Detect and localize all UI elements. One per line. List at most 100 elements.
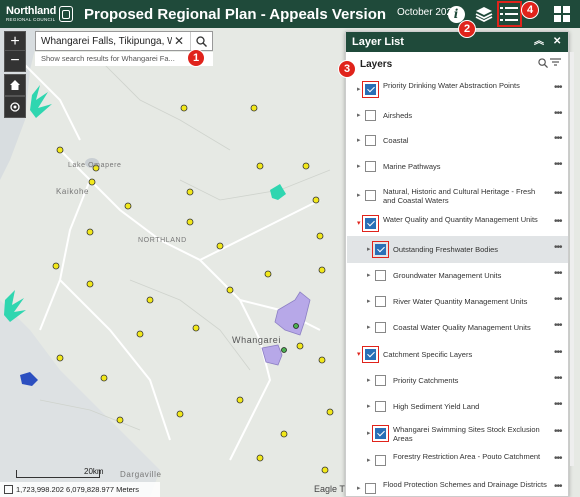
expand-caret-icon[interactable]: ▸ [367,297,371,305]
search-input[interactable] [36,35,172,47]
layer-label: Priority Catchments [393,376,459,385]
callout-highlight [372,425,389,442]
home-icon [10,80,20,90]
expand-caret-icon[interactable]: ▸ [357,111,361,119]
zoom-out-button[interactable]: − [4,50,26,72]
collapse-caret-icon[interactable]: ▾ [357,219,361,227]
layer-row[interactable]: ▸ Groundwater Management Units ••• [347,263,568,289]
close-panel-icon[interactable]: ✕ [553,32,561,52]
layer-options-menu-icon[interactable]: ••• [554,268,562,279]
layer-options-menu-icon[interactable]: ••• [554,133,562,144]
layer-options-menu-icon[interactable]: ••• [554,320,562,331]
callout-badge: 1 [187,49,205,67]
layer-options-menu-icon[interactable]: ••• [554,108,562,119]
layer-label: Airsheds [383,111,413,120]
layer-visibility-checkbox[interactable] [365,135,376,146]
layer-label: High Sediment Yield Land [393,402,480,411]
layer-options-menu-icon[interactable]: ••• [554,216,562,227]
layer-row[interactable]: ▸ Priority Drinking Water Abstraction Poi… [347,76,568,103]
layer-visibility-checkbox[interactable] [375,401,386,412]
panel-scrollbar[interactable] [570,52,574,466]
expand-caret-icon[interactable]: ▸ [367,245,371,253]
layer-label: Forestry Restriction Area - Pouto Catchm… [393,452,541,461]
layer-options-menu-icon[interactable]: ••• [554,82,562,93]
callout-badge: 4 [521,1,539,19]
layer-options-menu-icon[interactable]: ••• [554,188,562,199]
layer-row[interactable]: ▸ Airsheds ••• [347,103,568,128]
search-button[interactable] [190,32,212,50]
layer-row[interactable]: ▸ Flood Protection Schemes and Drainage D… [347,474,568,496]
logo-mark-icon [59,6,74,22]
layer-options-menu-icon[interactable]: ••• [554,399,562,410]
expand-caret-icon[interactable]: ▸ [367,271,371,279]
locate-button[interactable] [4,96,26,118]
home-button[interactable] [4,74,26,96]
layer-visibility-checkbox[interactable] [375,270,386,281]
layer-label: Water Quality and Quantity Management Un… [383,215,538,224]
layer-options-menu-icon[interactable]: ••• [554,347,562,358]
layer-visibility-checkbox[interactable] [375,296,386,307]
layer-row[interactable]: ▸ Natural, Historic and Cultural Heritage… [347,180,568,212]
layer-visibility-checkbox[interactable] [375,375,386,386]
layer-row[interactable]: ▾ Catchment Specific Layers ••• [347,341,568,368]
expand-caret-icon[interactable]: ▸ [367,323,371,331]
layer-options-menu-icon[interactable]: ••• [554,294,562,305]
council-logo: Northland REGIONAL COUNCIL [0,0,76,28]
logo-subtext: REGIONAL COUNCIL [6,16,56,22]
layer-visibility-checkbox[interactable] [375,322,386,333]
expand-caret-icon[interactable]: ▸ [367,456,371,464]
layer-visibility-checkbox[interactable] [365,161,376,172]
collapse-panel-icon[interactable]: ︽ [534,32,544,52]
expand-caret-icon[interactable]: ▸ [357,136,361,144]
layer-options-menu-icon[interactable]: ••• [554,481,562,492]
layer-row[interactable]: ▸ River Water Quantity Management Units ••… [347,289,568,315]
collapse-caret-icon[interactable]: ▾ [357,350,361,358]
grid-menu-button[interactable] [550,2,574,26]
layer-row[interactable]: ▸ Coastal ••• [347,128,568,154]
clear-search-icon[interactable]: ✕ [172,34,186,48]
layer-row[interactable]: ▸ Priority Catchments ••• [347,368,568,394]
layer-label: Natural, Historic and Cultural Heritage … [383,187,536,205]
layer-row[interactable]: ▸ High Sediment Yield Land ••• [347,394,568,420]
layer-row[interactable]: ▸ Marine Pathways ••• [347,154,568,180]
layer-row[interactable]: ▸ Coastal Water Quality Management Units •… [347,315,568,341]
expand-caret-icon[interactable]: ▸ [367,402,371,410]
expand-caret-icon[interactable]: ▸ [367,429,371,437]
app-title: Proposed Regional Plan - Appeals Version [84,5,387,23]
expand-caret-icon[interactable]: ▸ [357,191,361,199]
app-header: Northland REGIONAL COUNCIL Proposed Regi… [0,0,580,28]
layer-options-icon[interactable] [550,57,561,70]
map-label-town: Dargaville [120,470,162,479]
layer-label: Coastal [383,136,409,145]
callout-highlight [362,81,379,98]
layer-options-menu-icon[interactable]: ••• [554,242,562,253]
layer-row[interactable]: ▾ Water Quality and Quantity Management U… [347,212,568,236]
layer-row[interactable]: ▸ Outstanding Freshwater Bodies ••• [347,236,568,263]
layer-options-menu-icon[interactable]: ••• [554,426,562,437]
layer-options-menu-icon[interactable]: ••• [554,373,562,384]
layers-icon [475,7,493,23]
callout-badge: 3 [338,60,356,78]
layer-visibility-checkbox[interactable] [375,455,386,466]
layer-search-icon[interactable] [538,58,548,71]
layer-options-menu-icon[interactable]: ••• [554,159,562,170]
coordinate-toggle-icon[interactable] [4,485,13,494]
expand-caret-icon[interactable]: ▸ [357,484,361,492]
search-widget: ✕ [35,31,213,51]
expand-caret-icon[interactable]: ▸ [357,162,361,170]
layer-options-menu-icon[interactable]: ••• [554,453,562,464]
map-label-town: Kaikohe [56,187,90,196]
basemap-layers-button[interactable] [472,2,496,26]
expand-caret-icon[interactable]: ▸ [367,376,371,384]
layer-visibility-checkbox[interactable] [365,190,376,201]
info-icon: i [447,5,465,23]
callout-highlight [372,241,389,258]
layer-row[interactable]: ▸ Forestry Restriction Area - Pouto Catch… [347,448,568,474]
expand-caret-icon[interactable]: ▸ [357,85,361,93]
layer-visibility-checkbox[interactable] [365,110,376,121]
layer-visibility-checkbox[interactable] [365,483,376,494]
layer-row[interactable]: ▸ Whangarei Swimming Sites Stock Exclusio… [347,420,568,448]
layer-label: River Water Quantity Management Units [393,297,528,306]
callout-highlight [362,215,379,232]
layers-toolbar: Layers [346,52,568,76]
